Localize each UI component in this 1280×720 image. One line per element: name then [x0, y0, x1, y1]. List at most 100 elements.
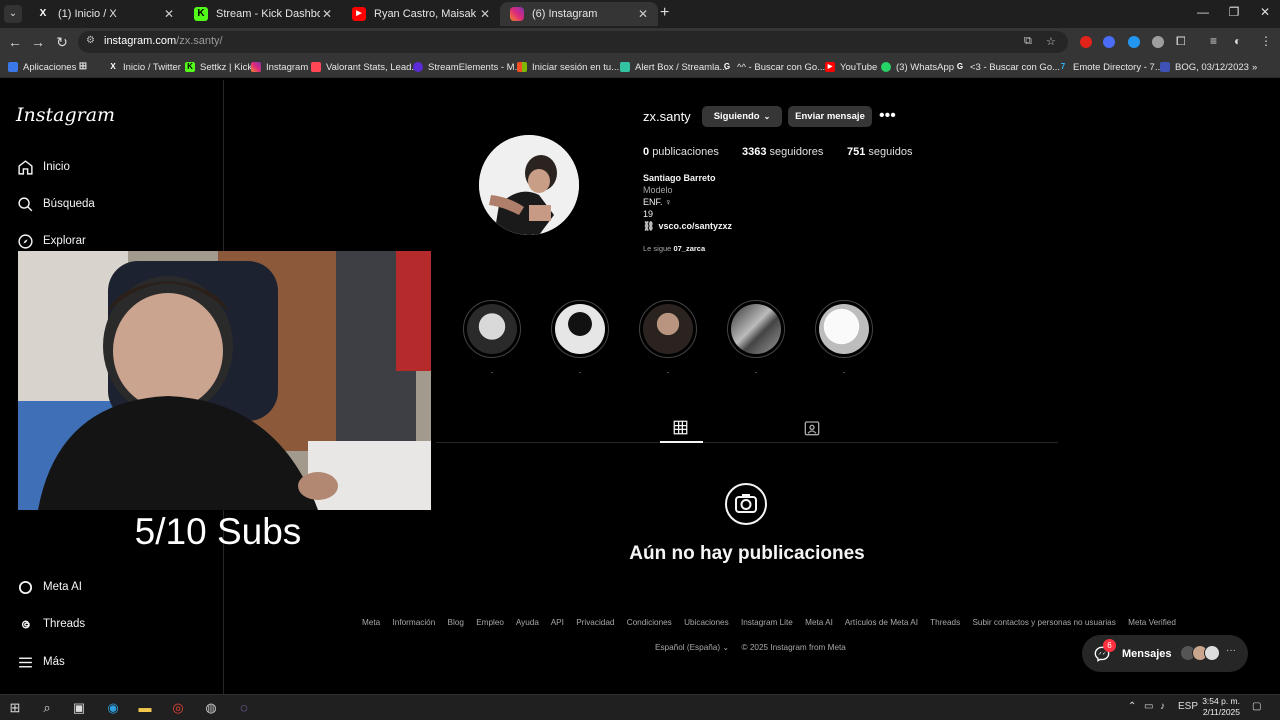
restore-icon[interactable]: ❐	[1219, 5, 1249, 19]
following-button[interactable]: Siguiendo ⌄	[702, 106, 782, 127]
more-options-icon[interactable]: •••	[879, 106, 896, 126]
story-highlight[interactable]	[551, 300, 609, 358]
reload-icon[interactable]: ↻	[53, 34, 71, 50]
messages-button[interactable]: 6 Mensajes ···	[1082, 635, 1248, 672]
profile-link[interactable]: ⛓ vsco.co/santyzxz	[643, 221, 732, 232]
bookmark-valorant[interactable]: Valorant Stats, Lead...	[311, 59, 419, 75]
url-text[interactable]: instagram.com/zx.santy/	[104, 35, 223, 47]
notifications-icon[interactable]: ▢	[1252, 701, 1261, 712]
story-highlight[interactable]	[463, 300, 521, 358]
bookmark-kick[interactable]: K Settkz | Kick	[185, 59, 252, 75]
footer-link[interactable]: Blog	[448, 618, 464, 627]
edge-icon[interactable]: ◉	[104, 699, 122, 717]
bookmark-streamlabs[interactable]: Alert Box / Streamla...	[620, 59, 727, 75]
story-highlight[interactable]	[815, 300, 873, 358]
language-indicator[interactable]: ESP	[1178, 701, 1198, 712]
search-icon[interactable]: ⌕	[38, 699, 56, 717]
7tv-icon: 7	[1060, 62, 1066, 71]
browser-tab-x[interactable]: X (1) Inicio / X ✕	[26, 2, 184, 26]
profile-icon[interactable]: ◐	[1234, 34, 1241, 48]
media-controls-icon[interactable]: ≡	[1210, 34, 1217, 48]
bookmark-streamelements[interactable]: StreamElements - M...	[413, 59, 523, 75]
forward-icon[interactable]: →	[29, 34, 47, 50]
nav-busqueda[interactable]: Búsqueda	[16, 195, 95, 213]
profile-avatar[interactable]	[479, 135, 579, 235]
footer-link[interactable]: Artículos de Meta AI	[845, 618, 918, 627]
bookmark-youtube[interactable]: ▶ YouTube	[825, 59, 877, 75]
bookmark-grid[interactable]: ⊞	[78, 59, 93, 75]
close-window-icon[interactable]: ✕	[1250, 5, 1280, 19]
bookmark-aplicaciones[interactable]: Aplicaciones	[8, 59, 76, 75]
bookmark-twitter[interactable]: X Inicio / Twitter	[108, 59, 181, 75]
footer-link[interactable]: Ubicaciones	[684, 618, 729, 627]
address-bar[interactable]: ⚙ instagram.com/zx.santy/ ⧉ ☆	[78, 31, 1068, 53]
nav-threads[interactable]: Threads	[16, 615, 85, 633]
footer-link[interactable]: Instagram Lite	[741, 618, 793, 627]
instagram-logo[interactable]: Instagram	[16, 104, 115, 126]
footer-link[interactable]: Condiciones	[627, 618, 672, 627]
footer-link[interactable]: Privacidad	[576, 618, 614, 627]
tab-close-icon[interactable]: ✕	[162, 7, 176, 21]
clock-time: 3:54 p. m.	[1202, 696, 1240, 706]
volume-icon[interactable]: ♪	[1160, 701, 1165, 712]
language-selector[interactable]: Español (España) ⌄	[655, 643, 729, 652]
story-highlight[interactable]	[639, 300, 697, 358]
browser-tab-instagram[interactable]: (6) Instagram ✕	[500, 2, 658, 26]
bookmark-google-2[interactable]: G <3 - Buscar con Go...	[955, 59, 1060, 75]
footer-link[interactable]: Meta AI	[805, 618, 833, 627]
extensions-puzzle-icon[interactable]: ⧠	[1176, 34, 1186, 49]
browser-tab-kick[interactable]: K Stream - Kick Dashboard ✕	[184, 2, 342, 26]
network-icon[interactable]: ▭	[1144, 701, 1153, 712]
browser-tab-youtube[interactable]: ▶ Ryan Castro, Maisak - FDSR (Vi ✕	[342, 2, 500, 26]
chrome-icon[interactable]: ◎	[169, 699, 187, 717]
bookmark-star-icon[interactable]: ☆	[1046, 35, 1056, 48]
followers-count[interactable]: 3363 seguidores	[742, 146, 823, 158]
tab-close-icon[interactable]: ✕	[636, 7, 650, 21]
bookmark-instagram[interactable]: Instagram	[251, 59, 308, 75]
bookmark-whatsapp[interactable]: (3) WhatsApp	[881, 59, 954, 75]
extension-waves-icon[interactable]	[1103, 36, 1115, 48]
posts-grid-tab[interactable]	[673, 420, 688, 440]
clock[interactable]: 3:54 p. m. 2/11/2025	[1200, 696, 1240, 718]
nav-meta-ai[interactable]: Meta AI	[16, 578, 82, 596]
file-explorer-icon[interactable]: ▬	[136, 699, 154, 717]
nav-explorar[interactable]: Explorar	[16, 232, 86, 250]
footer-link[interactable]: Threads	[930, 618, 960, 627]
followed-by[interactable]: Le sigue 07_zarca	[643, 244, 705, 253]
back-icon[interactable]: ←	[6, 34, 24, 50]
tab-search-button[interactable]: ⌄	[4, 5, 22, 23]
bookmark-bog[interactable]: BOG, 03/12/2023	[1160, 59, 1249, 75]
footer-link[interactable]: Empleo	[476, 618, 504, 627]
following-count[interactable]: 751 seguidos	[847, 146, 912, 158]
kebab-menu-icon[interactable]: ⋮	[1260, 34, 1272, 48]
tab-close-icon[interactable]: ✕	[478, 7, 492, 21]
extension-red-icon[interactable]	[1080, 36, 1092, 48]
start-icon[interactable]: ⊞	[6, 699, 24, 717]
extension-blue-icon[interactable]	[1128, 36, 1140, 48]
obs-icon[interactable]: ◍	[202, 699, 220, 717]
install-app-icon[interactable]: ⧉	[1024, 35, 1032, 48]
footer-link[interactable]: Meta	[362, 618, 380, 627]
story-highlight[interactable]	[727, 300, 785, 358]
extension-shield-icon[interactable]	[1152, 36, 1164, 48]
tagged-tab[interactable]	[804, 420, 820, 441]
task-view-icon[interactable]: ▣	[70, 699, 88, 717]
bookmark-google-1[interactable]: G ^^ - Buscar con Go...	[722, 59, 825, 75]
site-info-icon[interactable]: ⚙	[86, 35, 95, 46]
footer-link[interactable]: Meta Verified	[1128, 618, 1176, 627]
bookmark-7tv[interactable]: 7 Emote Directory - 7...	[1058, 59, 1163, 75]
bookmarks-overflow-icon[interactable]: »	[1252, 59, 1257, 75]
tray-overflow-icon[interactable]: ⌃	[1128, 701, 1136, 712]
footer-link[interactable]: Información	[392, 618, 435, 627]
footer-link[interactable]: API	[551, 618, 564, 627]
footer-link[interactable]: Subir contactos y personas no usuarias	[972, 618, 1115, 627]
tab-close-icon[interactable]: ✕	[320, 7, 334, 21]
bookmark-microsoft[interactable]: Iniciar sesión en tu...	[517, 59, 619, 75]
new-tab-button[interactable]: +	[660, 4, 669, 22]
app-icon[interactable]: ◌	[235, 699, 253, 717]
nav-mas[interactable]: Más	[16, 653, 65, 671]
footer-link[interactable]: Ayuda	[516, 618, 539, 627]
nav-inicio[interactable]: Inicio	[16, 158, 70, 176]
minimize-icon[interactable]: —	[1188, 5, 1218, 19]
send-message-button[interactable]: Enviar mensaje	[788, 106, 872, 127]
